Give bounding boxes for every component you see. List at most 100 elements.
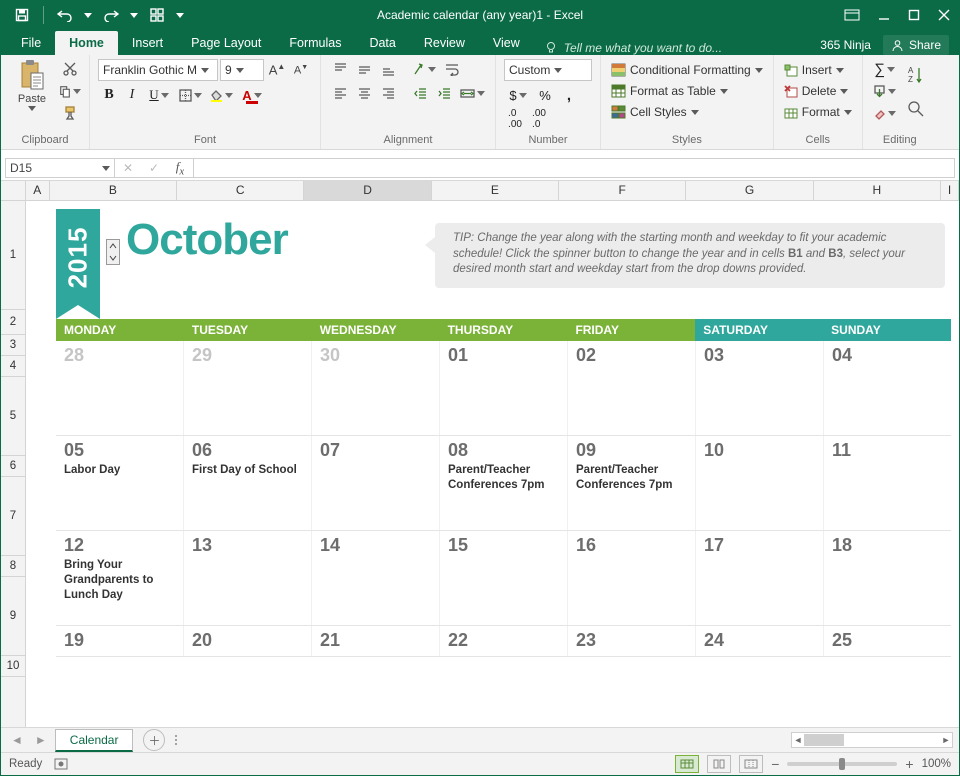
tab-data[interactable]: Data [355,31,409,55]
calendar-day[interactable]: 25 [824,626,951,656]
calendar-day[interactable]: 23 [568,626,696,656]
calendar-day[interactable]: 30 [312,341,440,435]
calendar-day[interactable]: 09Parent/Teacher Conferences 7pm [568,436,696,530]
column-header-C[interactable]: C [177,181,304,200]
align-center-button[interactable] [353,83,375,103]
macro-record-icon[interactable] [54,758,68,770]
calendar-day[interactable]: 05Labor Day [56,436,184,530]
calendar-day[interactable]: 01 [440,341,568,435]
calendar-day[interactable]: 19 [56,626,184,656]
row-header-10[interactable]: 10 [1,656,25,677]
column-header-F[interactable]: F [559,181,686,200]
tell-me-search[interactable]: Tell me what you want to do... [544,41,722,55]
calendar-day[interactable]: 14 [312,531,440,625]
calendar-day[interactable]: 04 [824,341,951,435]
ribbon-display-options-icon[interactable] [835,1,869,29]
tab-insert[interactable]: Insert [118,31,177,55]
align-right-button[interactable] [377,83,399,103]
normal-view-button[interactable] [675,755,699,773]
find-select-button[interactable] [903,93,929,125]
undo-dropdown-icon[interactable] [82,1,94,29]
delete-cells-button[interactable]: Delete [782,82,851,100]
customize-qat-icon[interactable] [142,1,172,29]
decrease-decimal-button[interactable]: .00.0 [528,109,550,129]
copy-button[interactable] [59,81,81,101]
row-header-3[interactable]: 3 [1,335,25,356]
sort-filter-button[interactable]: AZ [903,59,929,91]
align-middle-button[interactable] [353,59,375,79]
calendar-day[interactable]: 20 [184,626,312,656]
font-color-button[interactable]: A [237,85,267,105]
year-spinner[interactable] [106,239,120,265]
conditional-formatting-button[interactable]: Conditional Formatting [609,61,765,79]
increase-decimal-button[interactable]: .0.00 [504,109,526,129]
column-header-H[interactable]: H [814,181,941,200]
calendar-day[interactable]: 11 [824,436,951,530]
calendar-day[interactable]: 21 [312,626,440,656]
font-name-combo[interactable]: Franklin Gothic M [98,59,218,81]
insert-function-button[interactable]: fx [167,159,193,178]
new-sheet-button[interactable]: ＋ [143,729,165,751]
sheet-nav-next[interactable]: ► [31,733,51,747]
merge-center-button[interactable] [457,83,487,103]
row-header-5[interactable]: 5 [1,377,25,456]
paste-button[interactable]: Paste [9,59,55,111]
scroll-left-icon[interactable]: ◄ [792,735,804,745]
borders-button[interactable] [175,85,205,105]
row-header-1[interactable]: 1 [1,201,25,310]
name-box[interactable]: D15 [5,158,115,178]
select-all-corner[interactable] [1,181,26,200]
format-as-table-button[interactable]: Format as Table [609,82,730,100]
redo-dropdown-icon[interactable] [128,1,140,29]
clear-button[interactable] [871,103,899,123]
row-header-7[interactable]: 7 [1,477,25,556]
percent-button[interactable]: % [534,85,556,105]
calendar-day[interactable]: 18 [824,531,951,625]
align-top-button[interactable] [329,59,351,79]
wrap-text-button[interactable] [441,59,463,79]
zoom-slider[interactable] [787,762,897,766]
spinner-down-icon[interactable] [107,252,119,264]
autosum-button[interactable]: ∑ [871,59,899,79]
calendar-day[interactable]: 12Bring Your Grandparents to Lunch Day [56,531,184,625]
bold-button[interactable]: B [98,85,120,105]
minimize-button[interactable] [869,1,899,29]
calendar-day[interactable]: 29 [184,341,312,435]
calendar-day[interactable]: 07 [312,436,440,530]
number-format-combo[interactable]: Custom [504,59,592,81]
calendar-day[interactable]: 16 [568,531,696,625]
cell-styles-button[interactable]: Cell Styles [609,103,701,121]
tab-file[interactable]: File [7,31,55,55]
calendar-day[interactable]: 24 [696,626,824,656]
calendar-day[interactable]: 06First Day of School [184,436,312,530]
undo-icon[interactable] [50,1,80,29]
page-break-view-button[interactable] [739,755,763,773]
column-header-G[interactable]: G [686,181,813,200]
decrease-indent-button[interactable] [409,83,431,103]
sheet-nav-prev[interactable]: ◄ [7,733,27,747]
zoom-level[interactable]: 100% [922,758,951,770]
align-left-button[interactable] [329,83,351,103]
decrease-font-button[interactable]: A▼ [290,60,312,80]
tab-formulas[interactable]: Formulas [275,31,355,55]
accounting-format-button[interactable]: $ [504,85,532,105]
format-painter-button[interactable] [59,103,81,123]
increase-indent-button[interactable] [433,83,455,103]
calendar-day[interactable]: 22 [440,626,568,656]
column-header-B[interactable]: B [50,181,177,200]
cells-area[interactable]: 2015 October TIP: Change the year along … [26,201,959,727]
tab-review[interactable]: Review [410,31,479,55]
tab-view[interactable]: View [479,31,534,55]
calendar-day[interactable]: 28 [56,341,184,435]
orientation-button[interactable] [409,59,439,79]
horizontal-scrollbar[interactable]: ◄ ► [791,732,953,748]
calendar-day[interactable]: 10 [696,436,824,530]
formula-input[interactable] [194,158,955,178]
cancel-formula-button[interactable]: ✕ [115,161,141,175]
font-size-combo[interactable]: 9 [220,59,264,81]
calendar-day[interactable]: 13 [184,531,312,625]
format-cells-button[interactable]: Format [782,103,854,121]
enter-formula-button[interactable]: ✓ [141,161,167,175]
row-header-2[interactable]: 2 [1,310,25,335]
account-name[interactable]: 365 Ninja [820,38,871,52]
